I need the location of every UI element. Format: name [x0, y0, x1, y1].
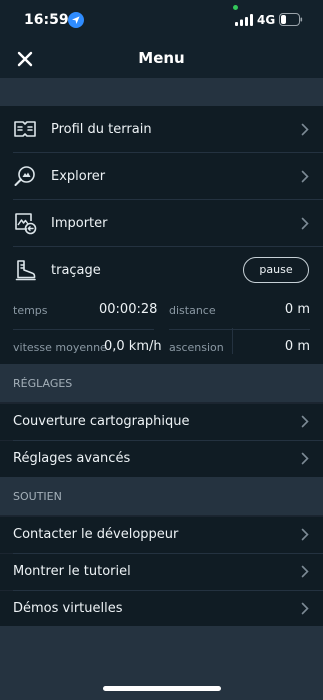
settings-item-label: Réglages avancés — [13, 451, 131, 466]
stat-ascent-value: 0 m — [284, 339, 310, 354]
section-title: RÉGLAGES — [13, 377, 73, 390]
chevron-right-icon — [301, 565, 309, 578]
chevron-right-icon — [301, 123, 309, 135]
support-item-label: Montrer le tutoriel — [13, 564, 131, 579]
stat-time-label: temps — [13, 304, 48, 317]
battery-icon — [279, 13, 303, 26]
menu-item-label: Explorer — [51, 168, 106, 184]
network-type: 4G — [257, 13, 276, 27]
chevron-right-icon — [301, 528, 309, 541]
boot-icon — [15, 260, 36, 281]
stat-distance-label: distance — [169, 304, 216, 317]
section-header-support: SOUTIEN — [0, 477, 323, 515]
location-arrow-icon — [68, 12, 84, 28]
divider — [232, 328, 233, 354]
chevron-right-icon — [301, 217, 309, 229]
settings-item-advanced[interactable]: Réglages avancés — [0, 441, 323, 477]
chevron-right-icon — [301, 452, 309, 465]
terrain-profile-icon — [14, 121, 36, 137]
divider — [13, 329, 154, 330]
camera-indicator-dot — [233, 5, 238, 10]
section-header-settings: RÉGLAGES — [0, 364, 323, 402]
settings-item-label: Couverture cartographique — [13, 414, 190, 429]
menu-item-label: Importer — [51, 215, 108, 231]
header-bar: Menu — [0, 40, 323, 78]
tracking-label: traçage — [51, 262, 101, 278]
menu-item-import[interactable]: Importer — [0, 200, 323, 246]
stat-speed-label: vitesse moyenne — [13, 341, 107, 354]
menu-item-explorer[interactable]: Explorer — [0, 153, 323, 199]
explore-icon — [14, 166, 35, 186]
stat-speed-value: 0,0 km/h — [104, 339, 162, 354]
support-item-tutorial[interactable]: Montrer le tutoriel — [0, 554, 323, 590]
support-item-label: Contacter le développeur — [13, 527, 179, 542]
menu-item-label: Profil du terrain — [51, 121, 152, 137]
status-bar: 16:59 4G — [0, 0, 323, 40]
pause-button[interactable]: pause — [243, 257, 309, 283]
chevron-right-icon — [301, 602, 309, 615]
section-title: SOUTIEN — [13, 490, 62, 503]
signal-icon — [235, 14, 253, 26]
stat-ascent-label: ascension — [169, 341, 224, 354]
chevron-right-icon — [301, 415, 309, 428]
support-item-demos[interactable]: Démos virtuelles — [0, 591, 323, 627]
support-item-contact[interactable]: Contacter le développeur — [0, 517, 323, 553]
stat-distance-value: 0 m — [284, 302, 310, 317]
header-band — [0, 78, 323, 106]
divider — [13, 553, 323, 554]
import-icon — [15, 213, 37, 235]
stat-time-value: 00:00:28 — [99, 302, 158, 317]
menu-item-terrain-profile[interactable]: Profil du terrain — [0, 106, 323, 152]
status-time: 16:59 — [24, 12, 69, 28]
divider — [13, 440, 323, 441]
support-item-label: Démos virtuelles — [13, 601, 123, 616]
divider — [169, 329, 310, 330]
page-title: Menu — [138, 49, 185, 67]
home-indicator[interactable] — [103, 686, 221, 691]
tracking-row: traçage pause — [0, 247, 323, 293]
main-menu-panel: Profil du terrain Explorer Importer traç… — [0, 106, 323, 364]
chevron-right-icon — [301, 170, 309, 182]
divider — [13, 590, 323, 591]
settings-item-map-coverage[interactable]: Couverture cartographique — [0, 404, 323, 440]
